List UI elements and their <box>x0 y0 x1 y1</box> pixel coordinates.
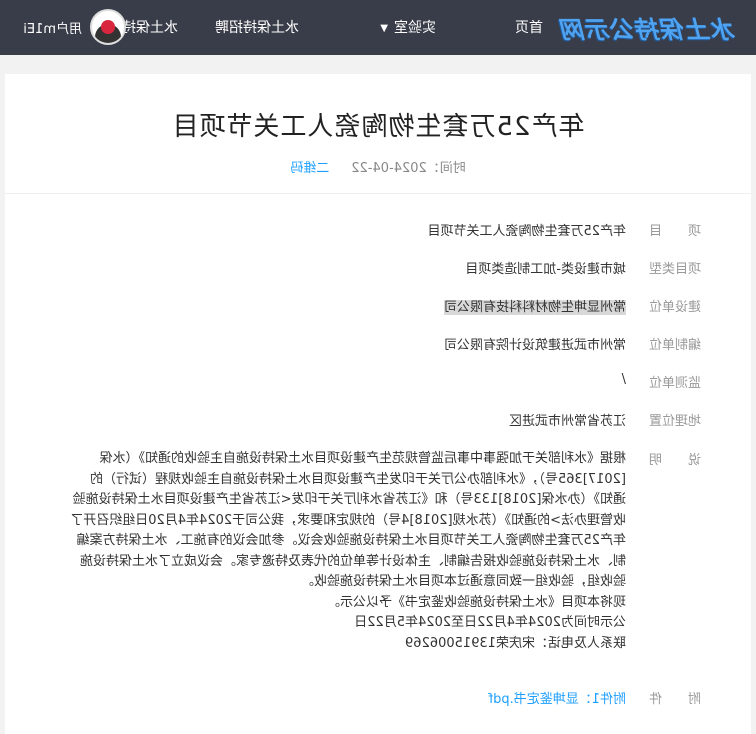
field-label: 项目类型 <box>648 262 701 277</box>
field-value: 常州市武进建筑设计院有限公司 <box>443 338 626 353</box>
field-value: / <box>621 372 626 387</box>
field-label: 说 明 <box>648 453 701 468</box>
description-line: 年产25万套生物陶瓷人工关节项目水土保持设施验收会议。参加会议的有施工、水土保持… <box>76 533 626 548</box>
field-value: 年产25万套生物陶瓷人工关节项目 <box>427 224 626 239</box>
field-label: 建设单位 <box>648 300 701 315</box>
field-value: 城市建设类-加工制造类项目 <box>465 262 626 277</box>
divider <box>5 193 751 194</box>
qrcode-link[interactable]: 二维码 <box>290 161 329 176</box>
description-line: 制、水土保持设施验收报告编制、主体设计等单位的代表及特邀专家。会议成立了水土保持… <box>79 553 626 569</box>
attachment-link[interactable]: 附件1：显坤鉴定书.pdf <box>51 688 626 707</box>
description-line: 公示时间为2024年4月22日至2024年5月22日 <box>354 615 626 630</box>
nav-recruit[interactable]: 水土保持招聘 <box>215 17 299 37</box>
description-line: [2017]365号），《水利部办公厅关于印发生产建设项目水土保持设施自主验收规… <box>89 471 626 487</box>
field-value: 常州显坤生物材料科技有限公司 <box>51 296 626 315</box>
field-value-highlighted: 常州显坤生物材料科技有限公司 <box>443 300 626 315</box>
publish-time: 时间：2024-04-22 <box>351 161 466 176</box>
description-line: 收管理办法>的通知》（苏水规[2018]4号）的规定和要求，我公司于2024年4… <box>70 512 626 528</box>
description-line: 验收组，验收组一致同意通过本项目水土保持设施验收。 <box>300 574 626 589</box>
field-label: 项 目 <box>648 224 701 239</box>
description-text: 根据《水利部关于加强事中事后监管规范生产建设项目水土保持设施自主验收的通知》（水… <box>51 449 626 654</box>
avatar-image <box>101 20 115 34</box>
field-label: 监测单位 <box>648 376 701 391</box>
chevron-down-icon: ▼ <box>380 22 388 34</box>
description-line: 现将本项目《水土保持设施验收鉴定书》予以公示。 <box>326 594 626 610</box>
nav-lab[interactable]: 实验室 ▼ <box>380 17 436 37</box>
user-menu[interactable]: 用户m1Ei <box>23 9 126 45</box>
description-line: 根据《水利部关于加强事中事后监管规范生产建设项目水土保持设施自主验收的通知》（水… <box>99 451 626 466</box>
user-name[interactable]: 用户m1Ei <box>23 18 82 37</box>
description-line: 通知》（办水保[2018]133号）和《江苏省水利厅关于印发<江苏省生产建设项目… <box>72 492 626 507</box>
nav-home[interactable]: 首页 <box>515 17 543 37</box>
nav-lab-label: 实验室 <box>394 20 436 36</box>
site-logo[interactable]: 水土保持公示网 <box>561 10 736 45</box>
page-title: 年产25万套生物陶瓷人工关节项目 <box>171 112 585 142</box>
avatar[interactable] <box>90 9 126 45</box>
description-line: 联系人及电话：宋庆荣13915006269 <box>405 635 626 651</box>
article-card: 年产25万套生物陶瓷人工关节项目 时间：2024-04-22 二维码 项 目 年产… <box>5 74 751 734</box>
field-label: 编制单位 <box>648 338 701 353</box>
field-value: 江苏省常州市武进区 <box>508 414 626 429</box>
page-stage: 水土保持公示网 首页 实验室▼ 水土保持招聘 水土保持文库 用户m1Ei 年产2… <box>0 0 756 734</box>
article-meta: 时间：2024-04-22 二维码 <box>5 157 751 176</box>
field-label: 地理位置 <box>648 414 701 429</box>
top-navigation-bar: 水土保持公示网 首页 实验室▼ 水土保持招聘 水土保持文库 用户m1Ei <box>0 0 756 55</box>
field-label: 附 件 <box>648 692 701 707</box>
